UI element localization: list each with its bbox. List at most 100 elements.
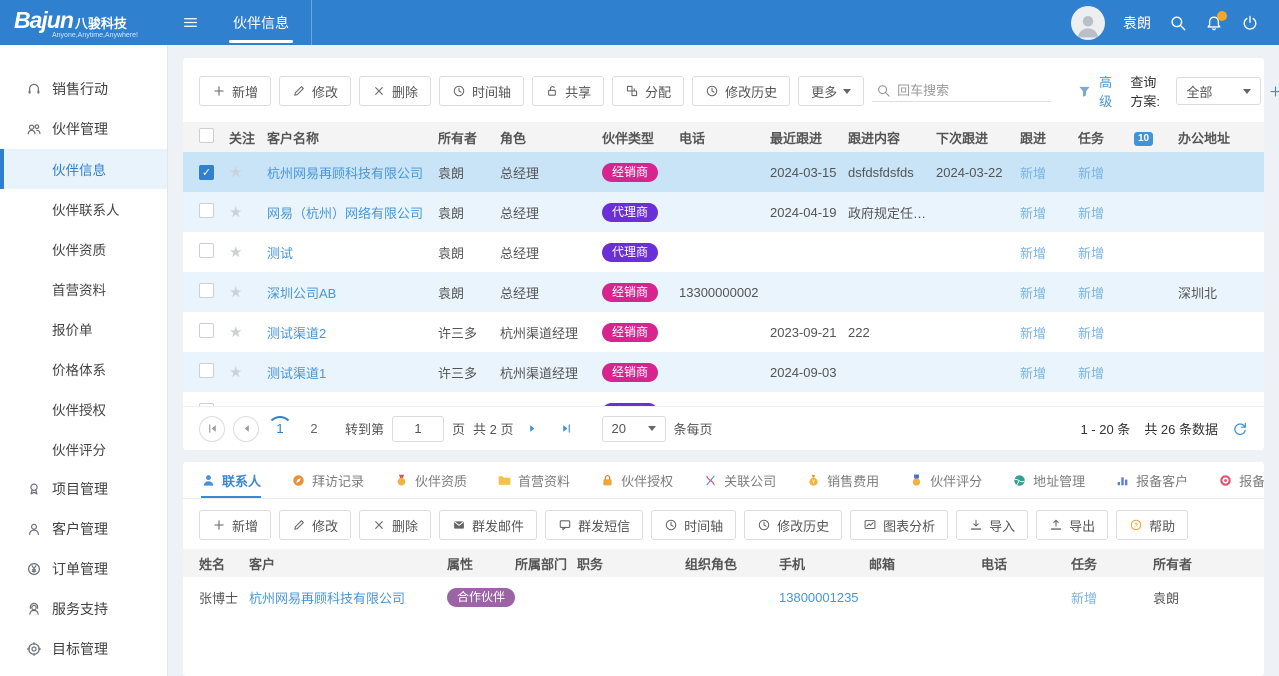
sidebar-item-order-management[interactable]: 订单管理 xyxy=(0,549,167,589)
add-task-link[interactable]: 新增 xyxy=(1078,206,1104,221)
column-header[interactable]: 手机 xyxy=(779,554,869,573)
sidebar-item-sales-actions[interactable]: 销售行动 xyxy=(0,69,167,109)
partner-row[interactable]: ★测试渠道1许三多杭州渠道经理经销商2024-09-03新增新增 xyxy=(183,352,1264,392)
sidebar-subitem-partner-score[interactable]: 伙伴评分 xyxy=(0,429,167,469)
select-all-checkbox[interactable] xyxy=(199,128,214,143)
detail-tab-partner-authorization[interactable]: 伙伴授权 xyxy=(600,462,673,498)
more-button[interactable]: 更多 xyxy=(798,76,864,106)
row-checkbox[interactable] xyxy=(199,363,214,378)
sidebar-subitem-partner-contacts[interactable]: 伙伴联系人 xyxy=(0,189,167,229)
help-button[interactable]: ?帮助 xyxy=(1116,510,1188,540)
sidebar-subitem-partner-qualification[interactable]: 伙伴资质 xyxy=(0,229,167,269)
column-header[interactable]: 邮箱 xyxy=(869,554,981,573)
column-header[interactable]: 最近跟进 xyxy=(770,128,848,147)
row-checkbox[interactable] xyxy=(199,243,214,258)
avatar[interactable] xyxy=(1071,6,1105,40)
column-header[interactable]: 所有者 xyxy=(1153,554,1243,573)
export-button[interactable]: 导出 xyxy=(1036,510,1108,540)
detail-tab-related-companies[interactable]: 关联公司 xyxy=(703,462,776,498)
partner-name-link[interactable]: 测试 xyxy=(267,246,293,261)
detail-tab-visit-records[interactable]: 拜访记录 xyxy=(291,462,364,498)
star-icon[interactable]: ★ xyxy=(229,324,242,341)
column-header[interactable]: 电话 xyxy=(981,554,1071,573)
sidebar-item-sales-analysis[interactable]: 销售分析 xyxy=(0,669,167,676)
column-header[interactable]: 职务 xyxy=(577,554,685,573)
sidebar-subitem-first-camp-data[interactable]: 首营资料 xyxy=(0,269,167,309)
detail-tab-partner-score[interactable]: 伙伴评分 xyxy=(909,462,982,498)
row-checkbox[interactable] xyxy=(199,203,214,218)
advanced-search-link[interactable]: 高级 xyxy=(1099,72,1117,110)
search-box[interactable] xyxy=(872,80,1051,102)
add-task-link[interactable]: 新增 xyxy=(1078,326,1104,341)
column-header[interactable]: 客户名称 xyxy=(267,128,438,147)
page-2-button[interactable]: 2 xyxy=(301,416,327,442)
partner-row[interactable]: ★测试袁朗总经理代理商新增新增 xyxy=(183,232,1264,272)
detail-tab-first-camp-data[interactable]: 首营资料 xyxy=(497,462,570,498)
share-button[interactable]: 共享 xyxy=(532,76,604,106)
delete-button[interactable]: 删除 xyxy=(359,510,431,540)
detail-tab-contacts[interactable]: 联系人 xyxy=(201,462,261,498)
partner-name-link[interactable]: 杭州网易再顾科技有限公司 xyxy=(267,166,423,181)
column-header[interactable]: 跟进内容 xyxy=(848,128,936,147)
sidebar-subitem-quotation[interactable]: 报价单 xyxy=(0,309,167,349)
star-icon[interactable]: ★ xyxy=(229,284,242,301)
add-task-link[interactable]: 新增 xyxy=(1078,286,1104,301)
add-task-link[interactable]: 新增 xyxy=(1078,406,1104,407)
detail-tab-reported-projects[interactable]: 报备项目 xyxy=(1218,462,1264,498)
edit-button[interactable]: 修改 xyxy=(279,510,351,540)
partner-name-link[interactable]: 测试渠道1 xyxy=(267,366,326,381)
partner-row[interactable]: ★代理商新增新增 xyxy=(183,392,1264,406)
add-follow-link[interactable]: 新增 xyxy=(1020,366,1046,381)
user-name[interactable]: 袁朗 xyxy=(1123,13,1151,33)
partner-row[interactable]: ★测试渠道2许三多杭州渠道经理经销商2023-09-21222新增新增 xyxy=(183,312,1264,352)
next-page-button[interactable] xyxy=(520,416,546,442)
column-header[interactable]: 属性 xyxy=(447,554,515,573)
add-follow-link[interactable]: 新增 xyxy=(1020,326,1046,341)
add-task-link[interactable]: 新增 xyxy=(1078,246,1104,261)
assign-button[interactable]: 分配 xyxy=(612,76,684,106)
add-task-link[interactable]: 新增 xyxy=(1078,366,1104,381)
mobile-link[interactable]: 13800001235 xyxy=(779,590,859,605)
bulk-sms-button[interactable]: 群发短信 xyxy=(545,510,643,540)
column-header[interactable]: 所属部门 xyxy=(515,554,577,573)
last-page-button[interactable] xyxy=(554,416,580,442)
star-icon[interactable]: ★ xyxy=(229,164,242,181)
column-header[interactable]: 所有者 xyxy=(438,128,500,147)
bulk-email-button[interactable]: 群发邮件 xyxy=(439,510,537,540)
delete-button[interactable]: 删除 xyxy=(359,76,431,106)
row-checkbox[interactable] xyxy=(199,323,214,338)
add-follow-link[interactable]: 新增 xyxy=(1020,206,1046,221)
column-header[interactable]: 跟进 xyxy=(1020,128,1078,147)
edit-button[interactable]: 修改 xyxy=(279,76,351,106)
column-header[interactable]: 客户 xyxy=(249,554,447,573)
column-header[interactable]: 任务 xyxy=(1071,554,1153,573)
add-scheme-button[interactable] xyxy=(1268,84,1279,99)
star-icon[interactable]: ★ xyxy=(229,244,242,261)
sidebar-item-project-management[interactable]: 项目管理 xyxy=(0,469,167,509)
prev-page-button[interactable] xyxy=(233,416,259,442)
partner-name-link[interactable]: 网易（杭州）网络有限公司 xyxy=(267,206,423,221)
add-follow-link[interactable]: 新增 xyxy=(1020,246,1046,261)
history-button[interactable]: 修改历史 xyxy=(744,510,842,540)
star-icon[interactable]: ★ xyxy=(229,404,242,406)
row-checkbox[interactable] xyxy=(199,283,214,298)
partner-name-link[interactable]: 测试渠道2 xyxy=(267,326,326,341)
sidebar-item-goal-management[interactable]: 目标管理 xyxy=(0,629,167,669)
import-button[interactable]: 导入 xyxy=(956,510,1028,540)
timeline-button[interactable]: 时间轴 xyxy=(651,510,736,540)
star-icon[interactable]: ★ xyxy=(229,364,242,381)
sidebar-item-partner-management[interactable]: 伙伴管理 xyxy=(0,109,167,149)
column-header[interactable]: 伙伴类型 xyxy=(602,128,679,147)
detail-tab-reported-customers[interactable]: 报备客户 xyxy=(1115,462,1188,498)
column-header[interactable]: 组织角色 xyxy=(685,554,779,573)
add-task-link[interactable]: 新增 xyxy=(1078,166,1104,181)
star-icon[interactable]: ★ xyxy=(229,204,242,221)
tab-partner-info[interactable]: 伙伴信息 xyxy=(211,0,312,45)
column-header[interactable]: 角色 xyxy=(500,128,602,147)
contact-row[interactable]: 张博士杭州网易再顾科技有限公司合作伙伴13800001235新增袁朗 xyxy=(183,577,1264,617)
chart-analysis-button[interactable]: 图表分析 xyxy=(850,510,948,540)
add-follow-link[interactable]: 新增 xyxy=(1020,286,1046,301)
goto-page-input[interactable] xyxy=(392,416,444,442)
column-header[interactable]: 姓名 xyxy=(183,554,249,573)
sidebar-item-service-support[interactable]: 服务支持 xyxy=(0,589,167,629)
